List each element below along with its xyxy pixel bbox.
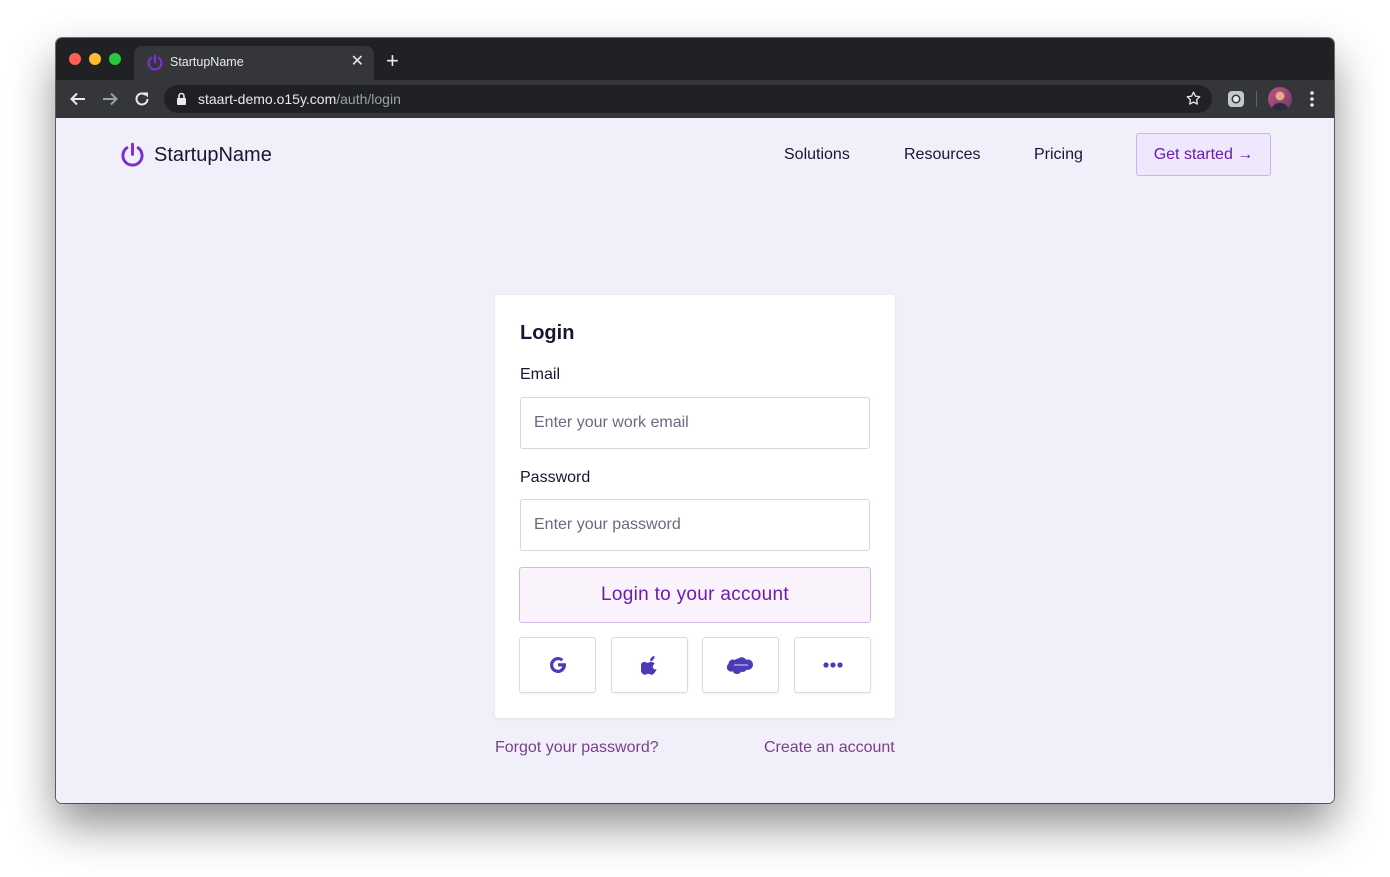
url-text: staart-demo.o15y.com/auth/login — [198, 91, 401, 107]
minimize-window-button[interactable] — [89, 53, 101, 65]
bookmark-star-icon[interactable] — [1185, 90, 1202, 107]
maximize-window-button[interactable] — [109, 53, 121, 65]
tab-strip: StartupName ✕ + — [56, 38, 1334, 80]
toolbar-separator — [1256, 91, 1257, 107]
forgot-password-link[interactable]: Forgot your password? — [495, 739, 659, 757]
tab-title: StartupName — [170, 55, 244, 69]
apple-login-button[interactable] — [611, 637, 688, 693]
arrow-right-icon — [103, 92, 118, 106]
arrow-left-icon — [70, 92, 85, 106]
nav-pricing[interactable]: Pricing — [1034, 146, 1083, 164]
power-logo-icon — [121, 142, 144, 167]
password-label: Password — [520, 469, 591, 486]
browser-toolbar: staart-demo.o15y.com/auth/login — [56, 80, 1334, 118]
address-bar[interactable]: staart-demo.o15y.com/auth/login — [164, 85, 1212, 113]
kebab-menu-icon[interactable] — [1304, 89, 1320, 109]
back-button[interactable] — [66, 87, 90, 111]
nav-solutions[interactable]: Solutions — [784, 146, 850, 164]
forward-button[interactable] — [98, 87, 122, 111]
url-host: staart-demo.o15y.com — [198, 91, 337, 107]
profile-avatar[interactable] — [1268, 87, 1292, 111]
nav-resources[interactable]: Resources — [904, 146, 980, 164]
extension-icon[interactable] — [1226, 89, 1246, 109]
more-icon — [822, 662, 843, 668]
email-label: Email — [520, 366, 561, 383]
browser-window: StartupName ✕ + staart-demo.o15y.com/aut… — [56, 38, 1334, 803]
apple-icon — [640, 656, 657, 675]
tab-startupname[interactable]: StartupName ✕ — [134, 46, 374, 80]
power-logo-icon — [147, 54, 163, 71]
tab-close-icon[interactable]: ✕ — [351, 53, 364, 71]
lock-icon — [177, 92, 186, 105]
google-icon — [549, 657, 566, 674]
salesforce-icon — [726, 657, 753, 675]
password-field[interactable] — [520, 499, 870, 551]
user-avatar-icon — [1271, 91, 1289, 111]
login-card: Login Email Password Login to your accou… — [495, 295, 895, 718]
create-account-link[interactable]: Create an account — [764, 739, 895, 757]
login-button[interactable]: Login to your account — [519, 567, 871, 623]
new-tab-button[interactable]: + — [386, 50, 399, 72]
email-field[interactable] — [520, 397, 870, 449]
reload-button[interactable] — [130, 87, 154, 111]
url-path: /auth/login — [336, 91, 401, 107]
close-window-button[interactable] — [69, 53, 81, 65]
get-started-button[interactable]: Get started → — [1136, 133, 1271, 176]
login-title: Login — [520, 322, 575, 344]
more-login-options-button[interactable] — [794, 637, 871, 693]
google-login-button[interactable] — [519, 637, 596, 693]
salesforce-login-button[interactable] — [702, 637, 779, 693]
brand-name: StartupName — [154, 144, 272, 166]
brand-logo[interactable]: StartupName — [119, 142, 272, 169]
reload-icon — [135, 92, 149, 106]
page-content: StartupName Solutions Resources Pricing … — [56, 118, 1334, 803]
